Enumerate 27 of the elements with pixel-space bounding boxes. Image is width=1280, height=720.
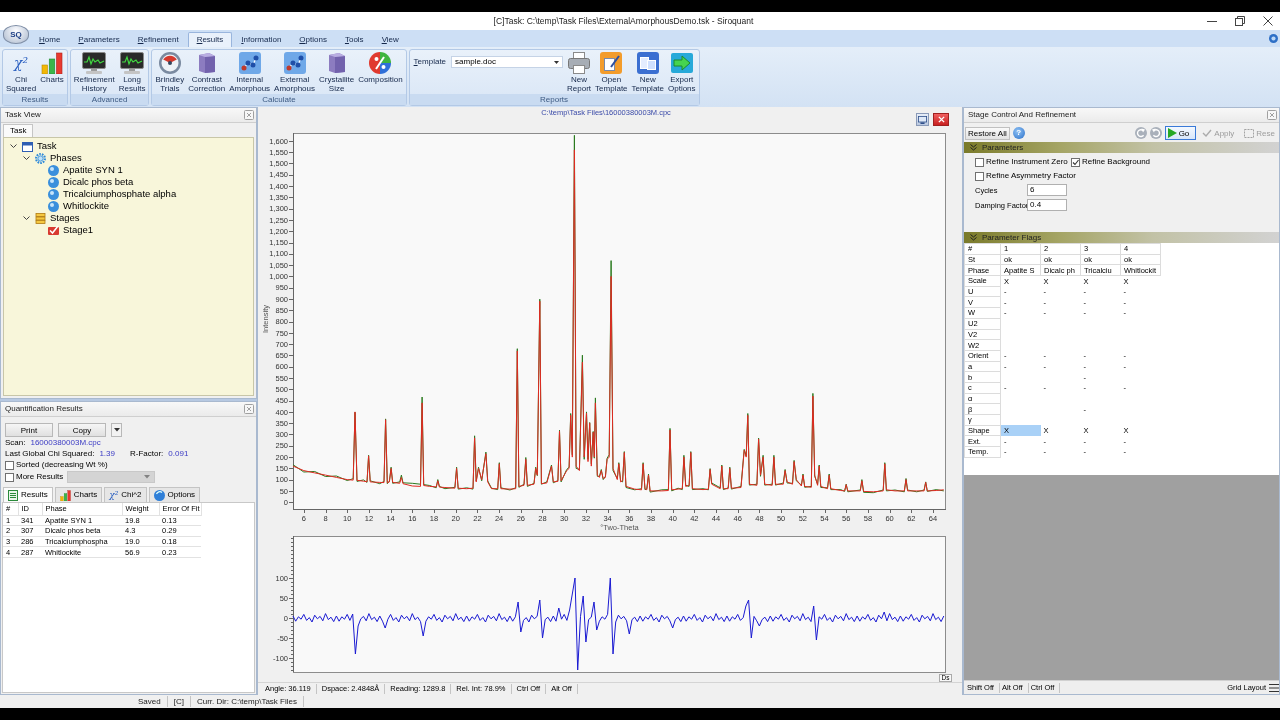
panel-title: Task View xyxy=(5,110,41,120)
field-value: 1.39 xyxy=(99,448,115,459)
section-title: Parameters xyxy=(982,142,1024,153)
status-text: Curr. Dir: C:\temp\Task Files xyxy=(190,696,304,707)
field-value: 16000380003M.cpc xyxy=(30,437,101,448)
panel-title: Quantification Results xyxy=(5,404,83,414)
group-label: Calculate xyxy=(152,94,406,105)
field-label: Scan: xyxy=(5,437,26,448)
window-title: [C]Task: C:\temp\Task Files\ExternalAmorphousDemo.tsk - Siroquant xyxy=(492,15,755,27)
field-label: Template xyxy=(413,57,447,67)
checkbox-label: Sorted (decreasing Wt %) xyxy=(16,460,108,470)
field-label: Last Global Chi Squared: xyxy=(5,448,95,459)
field-label: R-Factor: xyxy=(129,448,164,459)
group-label: Results xyxy=(3,94,67,105)
checkbox-label: Refine Asymmetry Factor xyxy=(986,171,1076,181)
chi-squared-icon: χ² xyxy=(14,52,29,74)
group-label: Advanced xyxy=(70,94,149,105)
checkbox-label: Refine Background xyxy=(1082,157,1151,167)
checkbox-label: More Results xyxy=(16,472,64,482)
chi-squared-icon: χ² xyxy=(109,489,119,501)
status-text: Saved xyxy=(132,696,168,707)
field-value: 0.091 xyxy=(168,448,189,459)
checkbox-label: Refine Instrument Zero xyxy=(986,157,1068,167)
group-label: Reports xyxy=(409,94,699,105)
section-title: Parameter Flags xyxy=(982,232,1042,243)
panel-title: Stage Control And Refinement xyxy=(968,110,1077,120)
status-text: [C] xyxy=(167,696,191,707)
